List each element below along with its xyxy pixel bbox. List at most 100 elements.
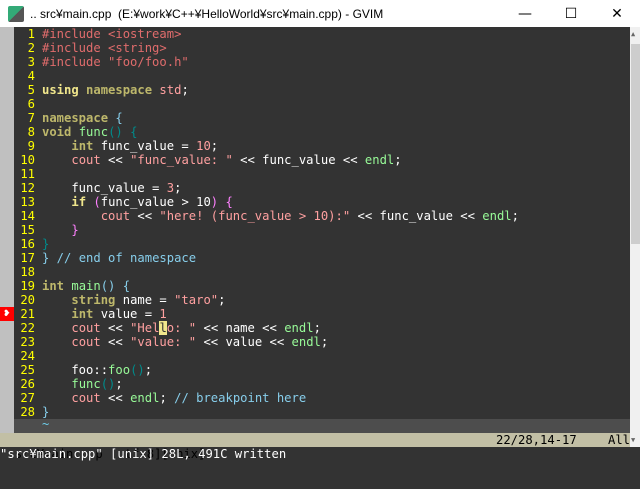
code-token: endl [130,391,160,405]
scrollbar-thumb[interactable] [631,44,640,244]
code-token: string [71,293,116,307]
code-token: func_value = [93,139,197,153]
code-token: << name << [196,321,285,335]
code-token: 3 [166,181,175,195]
code-token: foo [108,363,131,377]
code-line[interactable]: 7 namespace { [14,111,123,125]
code-token: cout [100,209,131,223]
code-token: namespace [42,111,109,125]
code-token: ( [93,195,101,209]
code-token: void [42,125,72,139]
code-line[interactable]: 13 if (func_value > 10) { [14,195,233,209]
code-token: int [71,139,94,153]
code-token: ; [144,363,153,377]
code-line[interactable]: 8 void func() { [14,125,138,139]
code-line[interactable]: 16} [14,237,49,251]
code-token: // breakpoint here [174,391,307,405]
vertical-scrollbar[interactable]: ▲ ▼ [630,27,640,447]
code-token: name = [115,293,175,307]
line-number: 1 [27,27,35,41]
code-token: endl [364,153,395,167]
code-token: } [71,223,79,237]
line-number: 21 [20,307,35,321]
code-token: ; [511,209,519,223]
minimize-button[interactable]: — [502,0,548,27]
code-token: () [100,279,116,293]
close-button[interactable]: ✕ [594,0,640,27]
line-number: 18 [20,265,35,279]
code-line[interactable]: 9 int func_value = 10; [14,139,218,153]
code-line[interactable]: 25 foo::foo(); [14,363,152,377]
code-line[interactable]: 11 [14,167,42,181]
code-line[interactable]: 17} // end of namespace [14,251,196,265]
code-line[interactable]: 5 using namespace std; [14,83,189,97]
code-token: namespace [86,83,153,97]
code-token: value = [93,307,160,321]
code-token: "Hel [130,321,160,335]
line-number: 5 [27,83,35,97]
code-line[interactable]: 14 cout << "here! (func_value > 10):" <<… [14,209,519,223]
code-line[interactable]: 19 int main() { [14,279,130,293]
code-token: cout [71,391,101,405]
code-line[interactable]: 15 } [14,223,79,237]
code-token: << [130,209,160,223]
line-number: 28 [20,405,35,419]
breakpoint-sign-icon[interactable]: ❥ [0,307,14,321]
code-token: o: " [166,321,197,335]
code-line[interactable]: 23 cout << "value: " << value << endl; [14,335,328,349]
code-token: { [130,125,138,139]
code-token: cout [71,153,101,167]
line-number: 15 [20,223,35,237]
line-number: 8 [27,125,35,139]
line-number: 12 [20,181,35,195]
code-line[interactable]: 24 [14,349,42,363]
code-line[interactable]: 1 #include <iostream> [14,27,182,41]
code-line[interactable]: 22 cout << "Hello: " << name << endl; [14,321,321,335]
code-line[interactable]: 2 #include <string> [14,41,167,55]
code-token: using [42,83,79,97]
status-cursor-position: 22/28,14-17 [496,433,577,447]
code-token: int [42,279,65,293]
scroll-down-arrow-icon[interactable]: ▼ [631,436,635,444]
code-line[interactable]: 3 #include "foo/foo.h" [14,55,189,69]
code-token: ; [218,293,226,307]
code-line[interactable]: 28} [14,405,49,419]
line-number: 7 [27,111,35,125]
line-number: 17 [20,251,35,265]
code-line[interactable]: 12 func_value = 3; [14,181,181,195]
text-cursor: l [159,321,167,335]
code-line[interactable]: 6 [14,97,42,111]
scroll-up-arrow-icon[interactable]: ▲ [631,30,635,38]
maximize-button[interactable]: ☐ [548,0,594,27]
code-token: std [152,83,182,97]
code-line[interactable]: 21 int value = 1 [14,307,166,321]
code-line[interactable]: 27 cout << endl; // breakpoint here [14,391,306,405]
code-token: ; [174,181,182,195]
gvim-app-icon[interactable] [8,5,24,22]
code-token: func [71,377,101,391]
code-token: endl [291,335,321,349]
line-number: 27 [20,391,35,405]
code-line[interactable]: 20 string name = "taro"; [14,293,225,307]
code-token: endl [284,321,314,335]
line-number: 11 [20,167,35,181]
code-token: #include "foo/foo.h" [42,55,189,69]
code-line[interactable]: 26 func(); [14,377,122,391]
code-token: () [108,125,123,139]
code-token: "value: " [130,335,197,349]
code-token: cout [71,335,101,349]
code-token: << [100,321,131,335]
code-token: #include <iostream> [42,27,182,41]
code-token: ; [210,139,219,153]
status-line: src¥main.cpp [utf-8][unix] 22/28,14-17 A… [0,433,630,461]
code-line[interactable]: 10 cout << "func_value: " << func_value … [14,153,401,167]
command-line-message[interactable]: "src¥main.cpp" [unix] 28L, 491C written [0,447,640,461]
code-line[interactable]: 18 [14,265,42,279]
code-line[interactable]: 4 [14,69,42,83]
